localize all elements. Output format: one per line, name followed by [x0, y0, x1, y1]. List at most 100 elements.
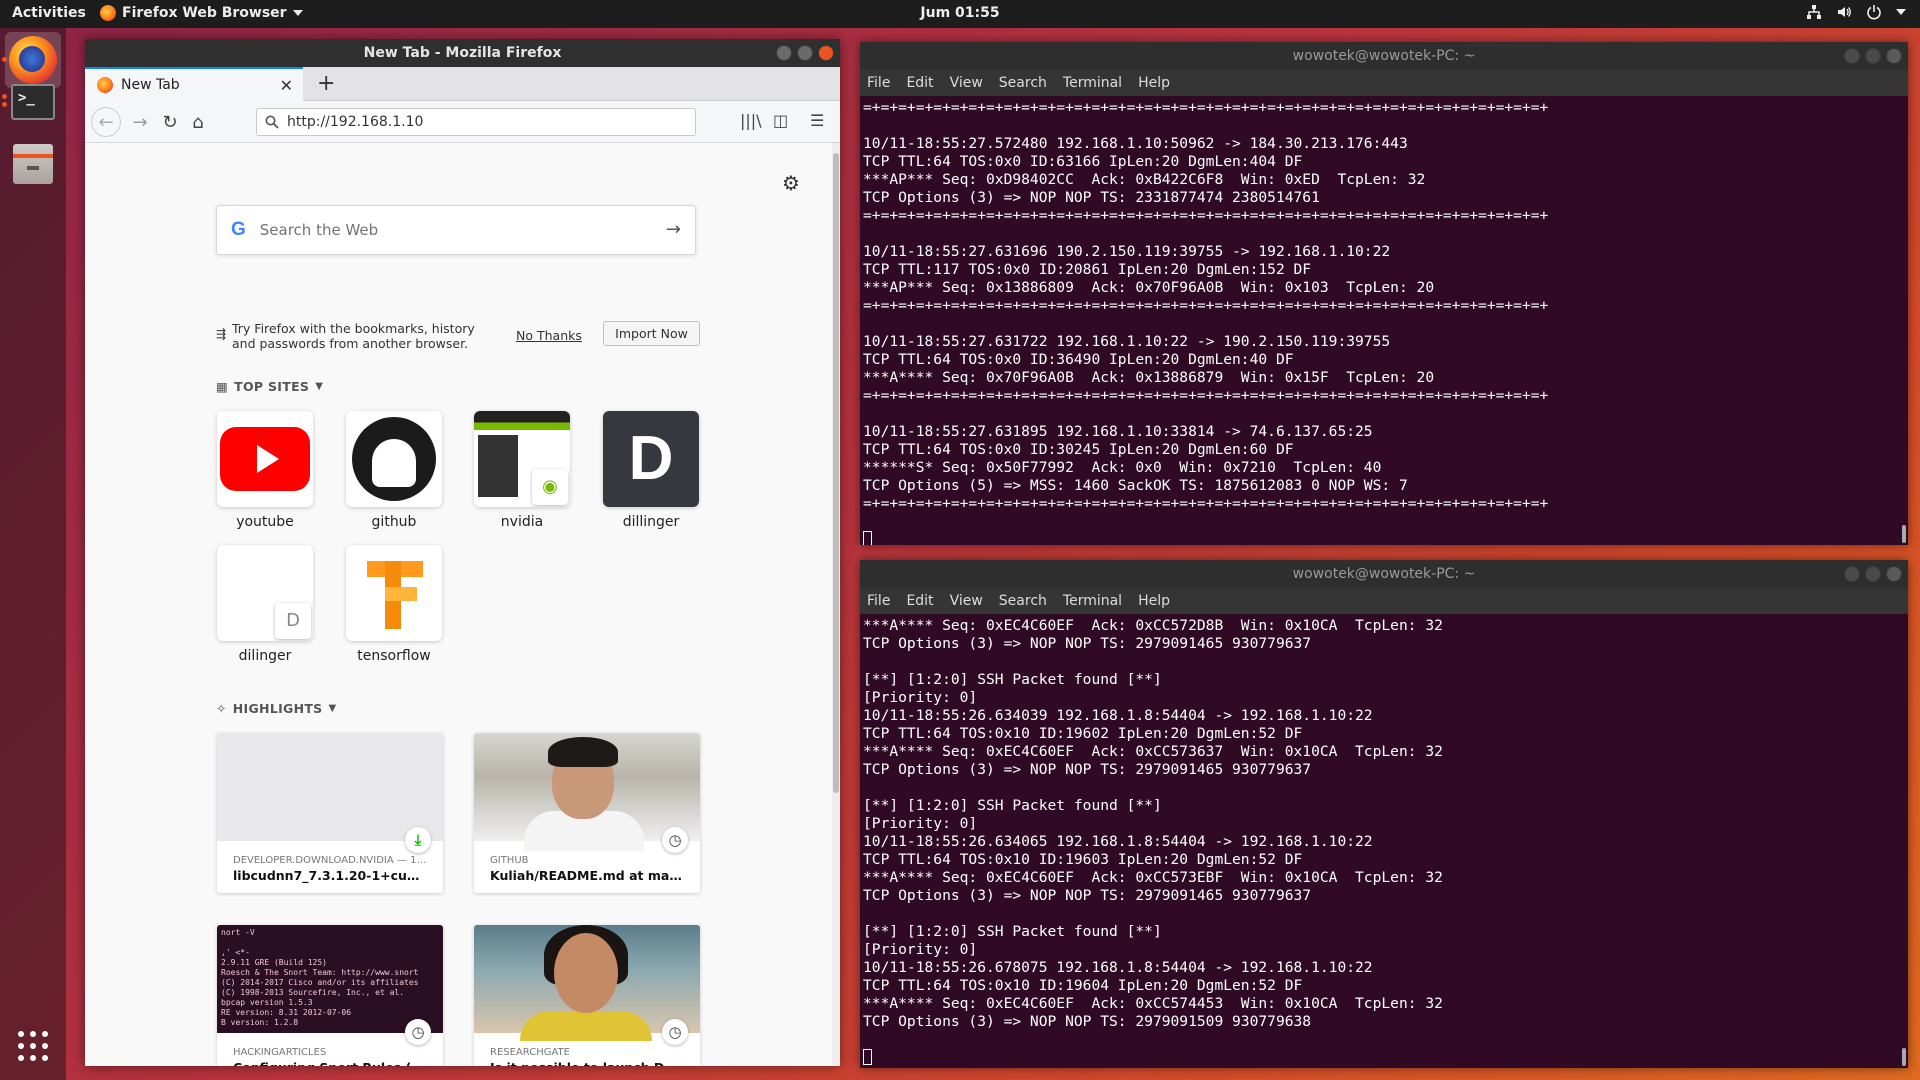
url-bar[interactable]: http://192.168.1.10 — [256, 108, 696, 136]
menu-search[interactable]: Search — [999, 593, 1047, 609]
highlight-card[interactable]: nort -V ,' <*- 2.9.11 GRE (Build 125) Ro… — [217, 925, 443, 1066]
highlight-card[interactable]: ◷ RESEARCHGATE Is it possible to launch … — [474, 925, 700, 1066]
top-site-label: youtube — [236, 514, 294, 530]
grid-icon: ▦ — [216, 379, 229, 394]
menu-file[interactable]: File — [867, 75, 890, 91]
terminal-line: TCP TTL:117 TOS:0x0 ID:20861 IpLen:20 Dg… — [863, 261, 1312, 278]
search-placeholder: Search the Web — [259, 221, 379, 239]
top-site-label: dilinger — [238, 648, 292, 664]
window-titlebar[interactable]: wowotek@wowotek-PC: ~ — [860, 42, 1908, 70]
highlights-header[interactable]: ✧ HIGHLIGHTS ▼ — [216, 701, 336, 716]
maximize-button[interactable] — [797, 45, 813, 61]
tab-new-tab[interactable]: New Tab ✕ — [85, 67, 303, 101]
terminal-line: 10/11-18:55:27.631895 192.168.1.10:33814… — [863, 423, 1373, 440]
maximize-button[interactable] — [1865, 566, 1881, 582]
terminal-line: 10/11-18:55:27.572480 192.168.1.10:50962… — [863, 135, 1408, 152]
clock-icon: ◷ — [662, 1019, 688, 1045]
minimize-button[interactable] — [1844, 48, 1860, 64]
app-menu[interactable]: Firefox Web Browser — [100, 5, 303, 21]
top-site-label: nvidia — [500, 514, 544, 530]
top-site-tensorflow[interactable] — [346, 545, 442, 641]
chevron-down-icon — [292, 10, 303, 16]
no-thanks-button[interactable]: No Thanks — [516, 328, 582, 343]
import-icon: ⇶ — [216, 327, 227, 341]
window-title: New Tab - Mozilla Firefox — [363, 45, 562, 61]
terminal-line: TCP TTL:64 TOS:0x0 ID:36490 IpLen:20 Dgm… — [863, 351, 1294, 368]
terminal-line: TCP Options (3) => NOP NOP TS: 297909146… — [863, 887, 1312, 904]
show-applications-icon[interactable] — [18, 1031, 48, 1061]
scrollbar[interactable] — [832, 143, 840, 1066]
gear-icon[interactable]: ⚙ — [782, 171, 800, 195]
terminal-line: [**] [1:2:0] SSH Packet found [**] — [863, 797, 1162, 814]
top-sites-header[interactable]: ▦ TOP SITES ▼ — [216, 379, 323, 394]
menu-file[interactable]: File — [867, 593, 890, 609]
highlight-card[interactable]: ◷ GITHUB Kuliah/README.md at master · ..… — [474, 733, 700, 893]
tab-bar: New Tab ✕ + — [85, 67, 840, 101]
import-now-button[interactable]: Import Now — [603, 321, 700, 346]
clock[interactable]: Jum 01:55 — [920, 5, 999, 21]
forward-button[interactable]: → — [127, 109, 153, 135]
menu-view[interactable]: View — [950, 75, 983, 91]
terminal-cursor — [863, 531, 872, 545]
menu-icon[interactable]: ☰ — [810, 111, 824, 130]
scrollbar[interactable] — [1898, 614, 1908, 1068]
running-indicator — [2, 102, 7, 107]
nav-bar: ← → ↻ ⌂ http://192.168.1.10 |||\ ◫ ☰ — [85, 101, 840, 143]
scrollbar[interactable] — [1898, 96, 1908, 545]
menu-terminal[interactable]: Terminal — [1063, 75, 1122, 91]
terminal-line: TCP Options (3) => NOP NOP TS: 297909146… — [863, 761, 1312, 778]
new-tab-button[interactable]: + — [317, 71, 335, 96]
terminal-line: TCP TTL:64 TOS:0x0 ID:30245 IpLen:20 Dgm… — [863, 441, 1294, 458]
menu-help[interactable]: Help — [1138, 75, 1170, 91]
highlight-card[interactable]: ⤓ DEVELOPER.DOWNLOAD.NVIDIA — 12... libc… — [217, 733, 443, 893]
terminal-line: ******S* Seq: 0x50F77992 Ack: 0x0 Win: 0… — [863, 459, 1382, 476]
menu-edit[interactable]: Edit — [906, 75, 933, 91]
top-site-github[interactable] — [346, 411, 442, 507]
close-button[interactable] — [1886, 566, 1902, 582]
menu-edit[interactable]: Edit — [906, 593, 933, 609]
top-site-dilinger[interactable]: D — [217, 545, 313, 641]
top-bar: Activities Firefox Web Browser Jum 01:55 — [0, 0, 1920, 28]
window-titlebar[interactable]: New Tab - Mozilla Firefox — [85, 39, 840, 67]
dock-files[interactable] — [5, 136, 61, 192]
menu-terminal[interactable]: Terminal — [1063, 593, 1122, 609]
terminal-line: TCP TTL:64 TOS:0x10 ID:19603 IpLen:20 Dg… — [863, 851, 1303, 868]
arrow-right-icon[interactable]: → — [666, 219, 681, 240]
maximize-button[interactable] — [1865, 48, 1881, 64]
terminal-output[interactable]: =+=+=+=+=+=+=+=+=+=+=+=+=+=+=+=+=+=+=+=+… — [860, 96, 1898, 545]
activities-button[interactable]: Activities — [12, 5, 86, 21]
terminal-line: TCP Options (3) => NOP NOP TS: 297909146… — [863, 635, 1312, 652]
reload-button[interactable]: ↻ — [157, 109, 183, 135]
top-site-youtube[interactable] — [217, 411, 313, 507]
search-input[interactable]: G Search the Web → — [216, 205, 696, 255]
import-banner: ⇶ Try Firefox with the bookmarks, histor… — [216, 321, 700, 361]
volume-icon — [1838, 7, 1851, 17]
top-site-nvidia[interactable]: ◉ — [474, 411, 570, 507]
system-tray[interactable] — [1806, 4, 1906, 20]
menu-view[interactable]: View — [950, 593, 983, 609]
terminal-output[interactable]: ***A**** Seq: 0xEC4C60EF Ack: 0xCC572D8B… — [860, 614, 1898, 1068]
terminal-icon: >_ — [11, 84, 55, 120]
sidebar-icon[interactable]: ◫ — [773, 111, 788, 130]
terminal-line: [Priority: 0] — [863, 941, 978, 958]
terminal-line: TCP Options (5) => MSS: 1460 SackOK TS: … — [863, 477, 1408, 494]
dock-terminal[interactable]: >_ — [5, 74, 61, 130]
menu-help[interactable]: Help — [1138, 593, 1170, 609]
running-indicator — [2, 94, 7, 99]
home-button[interactable]: ⌂ — [185, 109, 211, 135]
library-icon[interactable]: |||\ — [740, 111, 762, 130]
minimize-button[interactable] — [1844, 566, 1860, 582]
close-button[interactable] — [1886, 48, 1902, 64]
dillinger-icon: D — [603, 411, 699, 507]
close-button[interactable] — [818, 45, 834, 61]
menu-search[interactable]: Search — [999, 75, 1047, 91]
minimize-button[interactable] — [776, 45, 792, 61]
window-titlebar[interactable]: wowotek@wowotek-PC: ~ — [860, 560, 1908, 588]
back-button[interactable]: ← — [91, 107, 121, 137]
close-tab-icon[interactable]: ✕ — [280, 76, 293, 95]
card-thumbnail — [474, 733, 700, 851]
top-site-label: tensorflow — [357, 648, 431, 664]
nvidia-icon: ◉ — [532, 469, 568, 505]
top-site-dillinger[interactable]: D — [603, 411, 699, 507]
